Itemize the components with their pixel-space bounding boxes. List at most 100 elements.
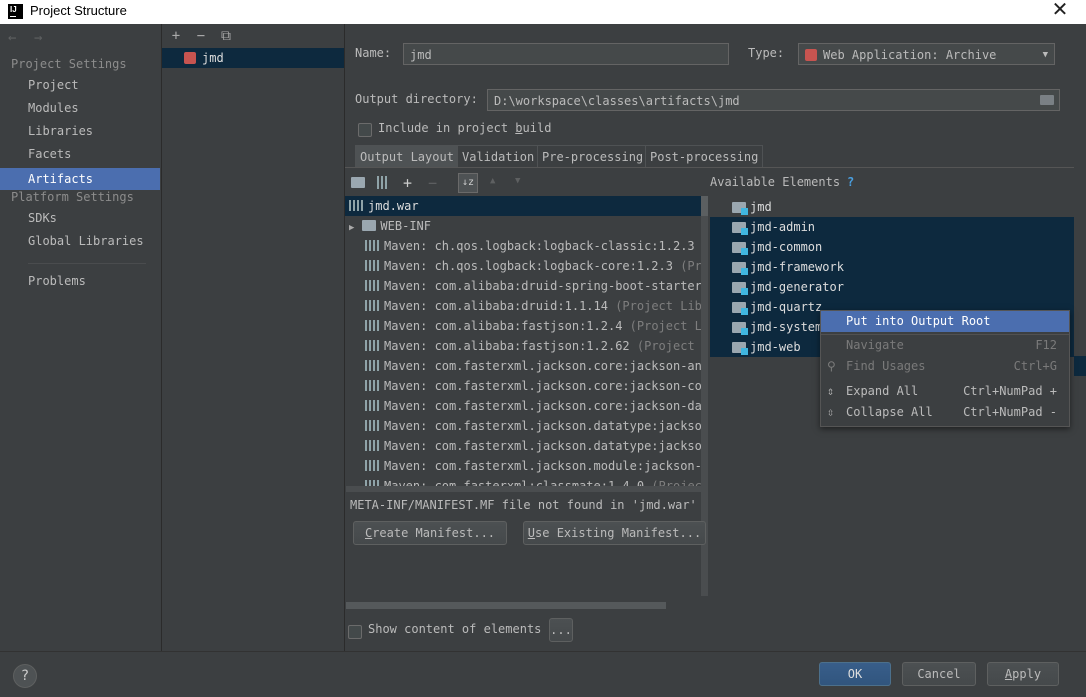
menu-item-put-into-output-root[interactable]: Put into Output Root xyxy=(821,311,1069,332)
type-select[interactable]: Web Application: Archive ▼ xyxy=(798,43,1055,65)
folder-icon xyxy=(362,220,377,231)
tree-row-library[interactable]: Maven: com.alibaba:druid-spring-boot-sta… xyxy=(345,276,701,296)
type-label: Type: xyxy=(748,46,785,60)
available-element-jmd[interactable]: jmd xyxy=(710,197,1074,217)
create-manifest-button[interactable]: Create Manifest... xyxy=(353,521,507,545)
library-icon xyxy=(365,240,379,251)
available-element-jmd-generator[interactable]: jmd-generator xyxy=(710,277,1074,297)
type-select-value: Web Application: Archive xyxy=(823,48,997,62)
include-in-build-checkbox[interactable] xyxy=(358,123,372,137)
library-name: Maven: com.fasterxml.jackson.core:jackso… xyxy=(384,399,701,413)
include-in-build-label: Include in project build xyxy=(378,121,552,135)
library-name: Maven: com.fasterxml.jackson.core:jackso… xyxy=(384,379,701,393)
module-folder-icon xyxy=(732,202,748,215)
tree-row-library[interactable]: Maven: ch.qos.logback:logback-classic:1.… xyxy=(345,236,701,256)
close-icon[interactable]: ✕ xyxy=(1050,0,1070,22)
available-element-label: jmd-generator xyxy=(750,280,844,294)
tree-row-library[interactable]: Maven: com.alibaba:fastjson:1.2.4 (Proje… xyxy=(345,316,701,336)
forward-arrow-icon[interactable]: → xyxy=(34,30,42,46)
tree-row-library[interactable]: Maven: com.fasterxml.jackson.core:jackso… xyxy=(345,356,701,376)
help-icon[interactable]: ? xyxy=(847,175,854,189)
menu-item-navigate[interactable]: Navigate F12 xyxy=(821,335,1069,356)
tab-pre-processing[interactable]: Pre-processing xyxy=(537,145,649,167)
new-folder-icon[interactable] xyxy=(351,177,365,188)
library-name: Maven: com.fasterxml.jackson.module:jack… xyxy=(384,459,701,473)
name-field[interactable]: jmd xyxy=(403,43,729,65)
show-content-checkbox[interactable] xyxy=(348,625,362,639)
cancel-button[interactable]: Cancel xyxy=(902,662,976,686)
tree-row-library[interactable]: Maven: com.alibaba:druid:1.1.14 (Project… xyxy=(345,296,701,316)
available-element-label: jmd-common xyxy=(750,240,823,254)
tree-row-library[interactable]: Maven: com.fasterxml.jackson.module:jack… xyxy=(345,456,701,476)
tree-row-library[interactable]: Maven: com.fasterxml.jackson.datatype:ja… xyxy=(345,436,701,456)
sort-elements-icon[interactable]: ↓z xyxy=(458,173,478,193)
library-icon xyxy=(365,440,379,451)
move-up-icon[interactable]: ▲ xyxy=(490,176,495,186)
move-down-icon[interactable]: ▼ xyxy=(515,176,520,186)
add-icon[interactable]: + xyxy=(168,28,184,44)
tree-scrollbar-thumb[interactable] xyxy=(701,196,708,216)
tab-post-processing[interactable]: Post-processing xyxy=(645,145,764,167)
menu-item-expand-all[interactable]: ⇕ Expand All Ctrl+NumPad + xyxy=(821,381,1069,402)
sidebar-item-sdks[interactable]: SDKs xyxy=(0,207,160,229)
library-scope: (Project Li xyxy=(636,339,701,353)
sidebar-item-artifacts[interactable]: Artifacts xyxy=(0,168,160,190)
available-element-label: jmd-quartz xyxy=(750,300,823,314)
tab-output-layout[interactable]: Output Layout xyxy=(355,145,459,167)
artifact-item-jmd[interactable]: jmd xyxy=(162,48,344,68)
back-arrow-icon[interactable]: ← xyxy=(8,30,16,46)
sidebar-item-facets[interactable]: Facets xyxy=(0,143,160,165)
sidebar-item-global-libraries[interactable]: Global Libraries xyxy=(0,230,160,252)
module-folder-icon xyxy=(732,222,748,235)
tree-row-library[interactable]: Maven: com.fasterxml.jackson.core:jackso… xyxy=(345,396,701,416)
new-archive-icon[interactable] xyxy=(377,176,389,189)
available-element-label: jmd-web xyxy=(750,340,801,354)
remove-icon[interactable]: − xyxy=(193,28,209,44)
ok-button[interactable]: OK xyxy=(819,662,891,686)
tree-scrollbar-horizontal[interactable] xyxy=(346,486,702,492)
available-element-jmd-framework[interactable]: jmd-framework xyxy=(710,257,1074,277)
tree-row-library[interactable]: Maven: com.alibaba:fastjson:1.2.62 (Proj… xyxy=(345,336,701,356)
tree-row-library[interactable]: Maven: ch.qos.logback:logback-core:1.2.3… xyxy=(345,256,701,276)
output-layout-tree: jmd.war ▶ WEB-INF Maven: ch.qos.logback:l… xyxy=(345,196,701,486)
tree-row-web-inf[interactable]: ▶ WEB-INF xyxy=(345,216,431,236)
artifacts-list-panel: + − ⧉ jmd xyxy=(162,24,345,651)
library-icon xyxy=(365,340,379,351)
library-name: Maven: ch.qos.logback:logback-classic:1.… xyxy=(384,239,695,253)
library-name: Maven: com.fasterxml.jackson.datatype:ja… xyxy=(384,439,701,453)
project-settings-header: Project Settings xyxy=(11,57,127,71)
layout-scrollbar-horizontal[interactable] xyxy=(346,602,666,609)
library-name: Maven: ch.qos.logback:logback-core:1.2.3 xyxy=(384,259,673,273)
copy-icon[interactable]: ⧉ xyxy=(218,28,234,44)
tab-validation[interactable]: Validation xyxy=(457,145,540,167)
sidebar-item-problems[interactable]: Problems xyxy=(0,270,160,292)
remove-element-icon[interactable]: − xyxy=(428,174,437,192)
menu-item-collapse-all[interactable]: ⇳ Collapse All Ctrl+NumPad - xyxy=(821,402,1069,423)
module-folder-icon xyxy=(732,262,748,275)
collapse-all-icon: ⇳ xyxy=(827,405,835,419)
apply-button[interactable]: Apply xyxy=(987,662,1059,686)
sidebar-item-libraries[interactable]: Libraries xyxy=(0,120,160,142)
more-options-button[interactable]: ... xyxy=(549,618,573,642)
tree-row-root[interactable]: jmd.war xyxy=(345,196,701,216)
tree-row-library[interactable]: Maven: com.fasterxml.jackson.core:jackso… xyxy=(345,376,701,396)
add-copy-icon[interactable]: + xyxy=(403,174,412,192)
library-icon xyxy=(365,400,379,411)
sidebar-item-project[interactable]: Project xyxy=(0,74,160,96)
chevron-down-icon: ▼ xyxy=(1042,50,1048,60)
module-folder-icon xyxy=(732,342,748,355)
browse-folder-icon[interactable] xyxy=(1040,95,1054,105)
war-archive-icon xyxy=(349,200,363,211)
help-button[interactable]: ? xyxy=(13,664,37,688)
expand-arrow-icon[interactable]: ▶ xyxy=(349,223,354,233)
use-existing-manifest-button[interactable]: Use Existing Manifest... xyxy=(523,521,706,545)
available-element-jmd-admin[interactable]: jmd-admin xyxy=(710,217,1074,237)
sidebar-item-modules[interactable]: Modules xyxy=(0,97,160,119)
available-element-jmd-common[interactable]: jmd-common xyxy=(710,237,1074,257)
available-element-label: jmd-framework xyxy=(750,260,844,274)
tree-row-library[interactable]: Maven: com.fasterxml.jackson.datatype:ja… xyxy=(345,416,701,436)
output-directory-field[interactable]: D:\workspace\classes\artifacts\jmd xyxy=(487,89,1060,111)
tree-row-library[interactable]: Maven: com.fasterxml:classmate:1.4.0 (Pr… xyxy=(345,476,701,486)
menu-item-find-usages[interactable]: ⚲ Find Usages Ctrl+G xyxy=(821,356,1069,377)
search-icon: ⚲ xyxy=(827,359,836,373)
